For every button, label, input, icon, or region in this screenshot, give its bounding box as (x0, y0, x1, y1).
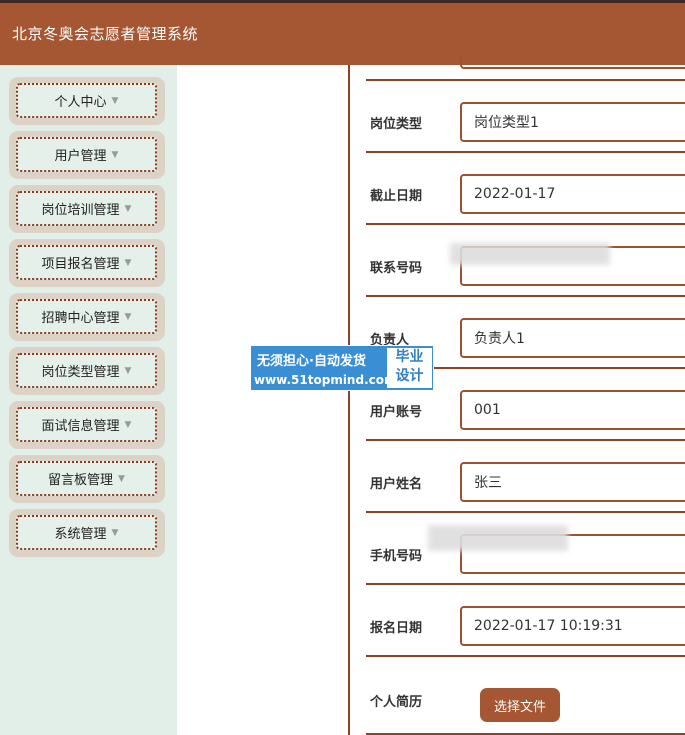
sidebar-item-label: 系统管理 (54, 527, 107, 542)
caret-down-icon: ▼ (124, 311, 132, 322)
divider (366, 511, 685, 513)
choose-file-button[interactable]: 选择文件 (480, 688, 560, 722)
sidebar-item-label: 个人中心 (54, 95, 107, 110)
deadline-label: 截止日期 (370, 189, 423, 204)
divider (366, 223, 685, 225)
content-spacer (177, 65, 348, 735)
top-header: 北京冬奥会志愿者管理系统 (0, 0, 685, 65)
sidebar-item-label: 留言板管理 (48, 473, 114, 488)
sidebar-item-label: 项目报名管理 (41, 257, 120, 272)
redaction-blur (428, 525, 568, 551)
user-account-field[interactable]: 001 (460, 390, 685, 430)
caret-down-icon: ▼ (124, 419, 132, 430)
sidebar-item-interview-info[interactable]: 面试信息管理 ▼ (9, 401, 165, 449)
sidebar-item-message-board[interactable]: 留言板管理 ▼ (9, 455, 165, 503)
sidebar-item-position-training[interactable]: 岗位培训管理 ▼ (9, 185, 165, 233)
sidebar-item-label: 用户管理 (54, 149, 107, 164)
caret-down-icon: ▼ (111, 95, 119, 106)
caret-down-icon: ▼ (124, 203, 132, 214)
watermark-banner: 无须担心·自动发货 www.51topmind.com 毕业 设计 (250, 345, 434, 391)
divider (366, 583, 685, 585)
watermark-badge-line2: 设计 (395, 368, 424, 384)
divider (366, 295, 685, 297)
watermark-badge: 毕业 设计 (387, 348, 432, 388)
caret-down-icon: ▼ (124, 365, 132, 376)
sidebar-item-label: 岗位培训管理 (41, 203, 120, 218)
mobile-label: 手机号码 (370, 549, 423, 564)
caret-down-icon: ▼ (118, 473, 125, 484)
contact-phone-label: 联系号码 (370, 261, 423, 276)
divider (366, 655, 685, 657)
manager-field[interactable]: 负责人1 (460, 318, 685, 358)
sidebar-item-label: 岗位类型管理 (41, 365, 120, 380)
divider (366, 439, 685, 441)
resume-label: 个人简历 (370, 695, 423, 710)
sidebar-item-project-signup[interactable]: 项目报名管理 ▼ (9, 239, 165, 287)
watermark-url: www.51topmind.com (254, 373, 397, 387)
signup-date-label: 报名日期 (370, 621, 423, 636)
position-type-label: 岗位类型 (370, 117, 423, 132)
sidebar-item-label: 面试信息管理 (41, 419, 120, 434)
sidebar-item-label: 招聘中心管理 (41, 311, 120, 326)
user-account-label: 用户账号 (370, 405, 423, 420)
sidebar: 个人中心 ▼ 用户管理 ▼ 岗位培训管理 ▼ 项目报名管理 ▼ 招聘中心管理 ▼ 岗位类型… (0, 65, 177, 735)
watermark-badge-line1: 毕业 (395, 349, 424, 365)
divider (366, 79, 685, 81)
position-type-field[interactable]: 岗位类型1 (460, 102, 685, 142)
redaction-blur (450, 243, 610, 265)
caret-down-icon: ▼ (111, 149, 119, 160)
sidebar-item-user-management[interactable]: 用户管理 ▼ (9, 131, 165, 179)
app-title: 北京冬奥会志愿者管理系统 (12, 25, 199, 43)
signup-date-field[interactable]: 2022-01-17 10:19:31 (460, 606, 685, 646)
user-name-label: 用户姓名 (370, 477, 423, 492)
divider (366, 151, 685, 153)
sidebar-item-personal-center[interactable]: 个人中心 ▼ (9, 77, 165, 125)
user-name-field[interactable]: 张三 (460, 462, 685, 502)
caret-down-icon: ▼ (124, 257, 132, 268)
sidebar-item-recruitment-center[interactable]: 招聘中心管理 ▼ (9, 293, 165, 341)
sidebar-item-system-management[interactable]: 系统管理 ▼ (9, 509, 165, 557)
caret-down-icon: ▼ (111, 527, 119, 538)
sidebar-item-position-type[interactable]: 岗位类型管理 ▼ (9, 347, 165, 395)
previous-field-bottom (460, 57, 685, 69)
deadline-field[interactable]: 2022-01-17 (460, 174, 685, 214)
watermark-text: 无须担心·自动发货 (257, 354, 366, 369)
detail-form: 岗位类型 岗位类型1 截止日期 2022-01-17 联系号码 负责人 负责人1… (350, 57, 685, 735)
